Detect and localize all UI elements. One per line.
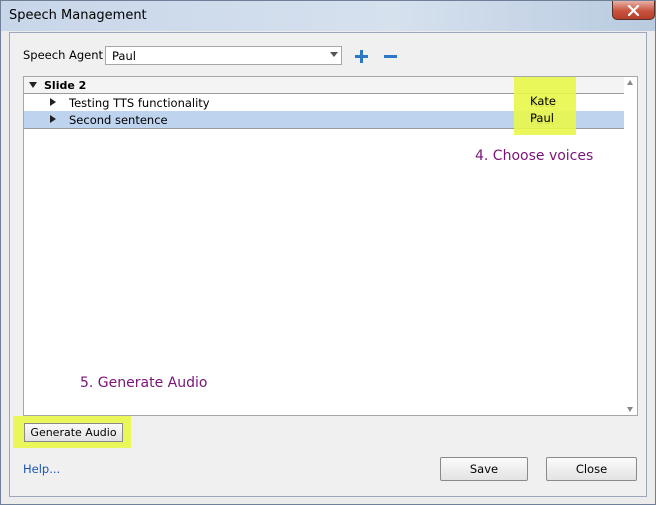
annotation-generate-audio: 5. Generate Audio <box>78 372 239 411</box>
speech-agent-value: Paul <box>112 49 136 63</box>
tree-scrollbar[interactable] <box>624 77 637 415</box>
row-text: Testing TTS functionality <box>69 96 210 110</box>
scroll-down-icon[interactable] <box>627 407 633 412</box>
slide-label: Slide 2 <box>44 79 87 92</box>
voice-label-kate[interactable]: Kate <box>530 94 556 108</box>
scroll-up-icon[interactable] <box>627 80 633 85</box>
voice-label-paul[interactable]: Paul <box>530 111 554 125</box>
annotation-choose-voices: 4. Choose voices <box>473 145 612 185</box>
plus-icon[interactable] <box>354 49 369 64</box>
chevron-down-icon <box>330 52 338 57</box>
row-text: Second sentence <box>69 113 168 127</box>
expand-triangle-icon[interactable] <box>50 98 56 106</box>
help-link[interactable]: Help... <box>23 462 60 476</box>
speech-agent-dropdown[interactable]: Paul <box>105 46 342 65</box>
close-icon <box>627 5 640 16</box>
window-close-button[interactable] <box>612 1 655 20</box>
minus-icon[interactable] <box>383 49 398 64</box>
title-bar: Speech Management <box>1 1 655 31</box>
generate-audio-button[interactable]: Generate Audio <box>24 423 123 442</box>
window-title: Speech Management <box>9 8 147 23</box>
save-button[interactable]: Save <box>440 457 528 481</box>
speech-agent-label: Speech Agent <box>23 48 104 62</box>
expand-triangle-icon[interactable] <box>29 82 37 88</box>
expand-triangle-icon[interactable] <box>50 115 56 123</box>
close-button[interactable]: Close <box>546 457 637 481</box>
